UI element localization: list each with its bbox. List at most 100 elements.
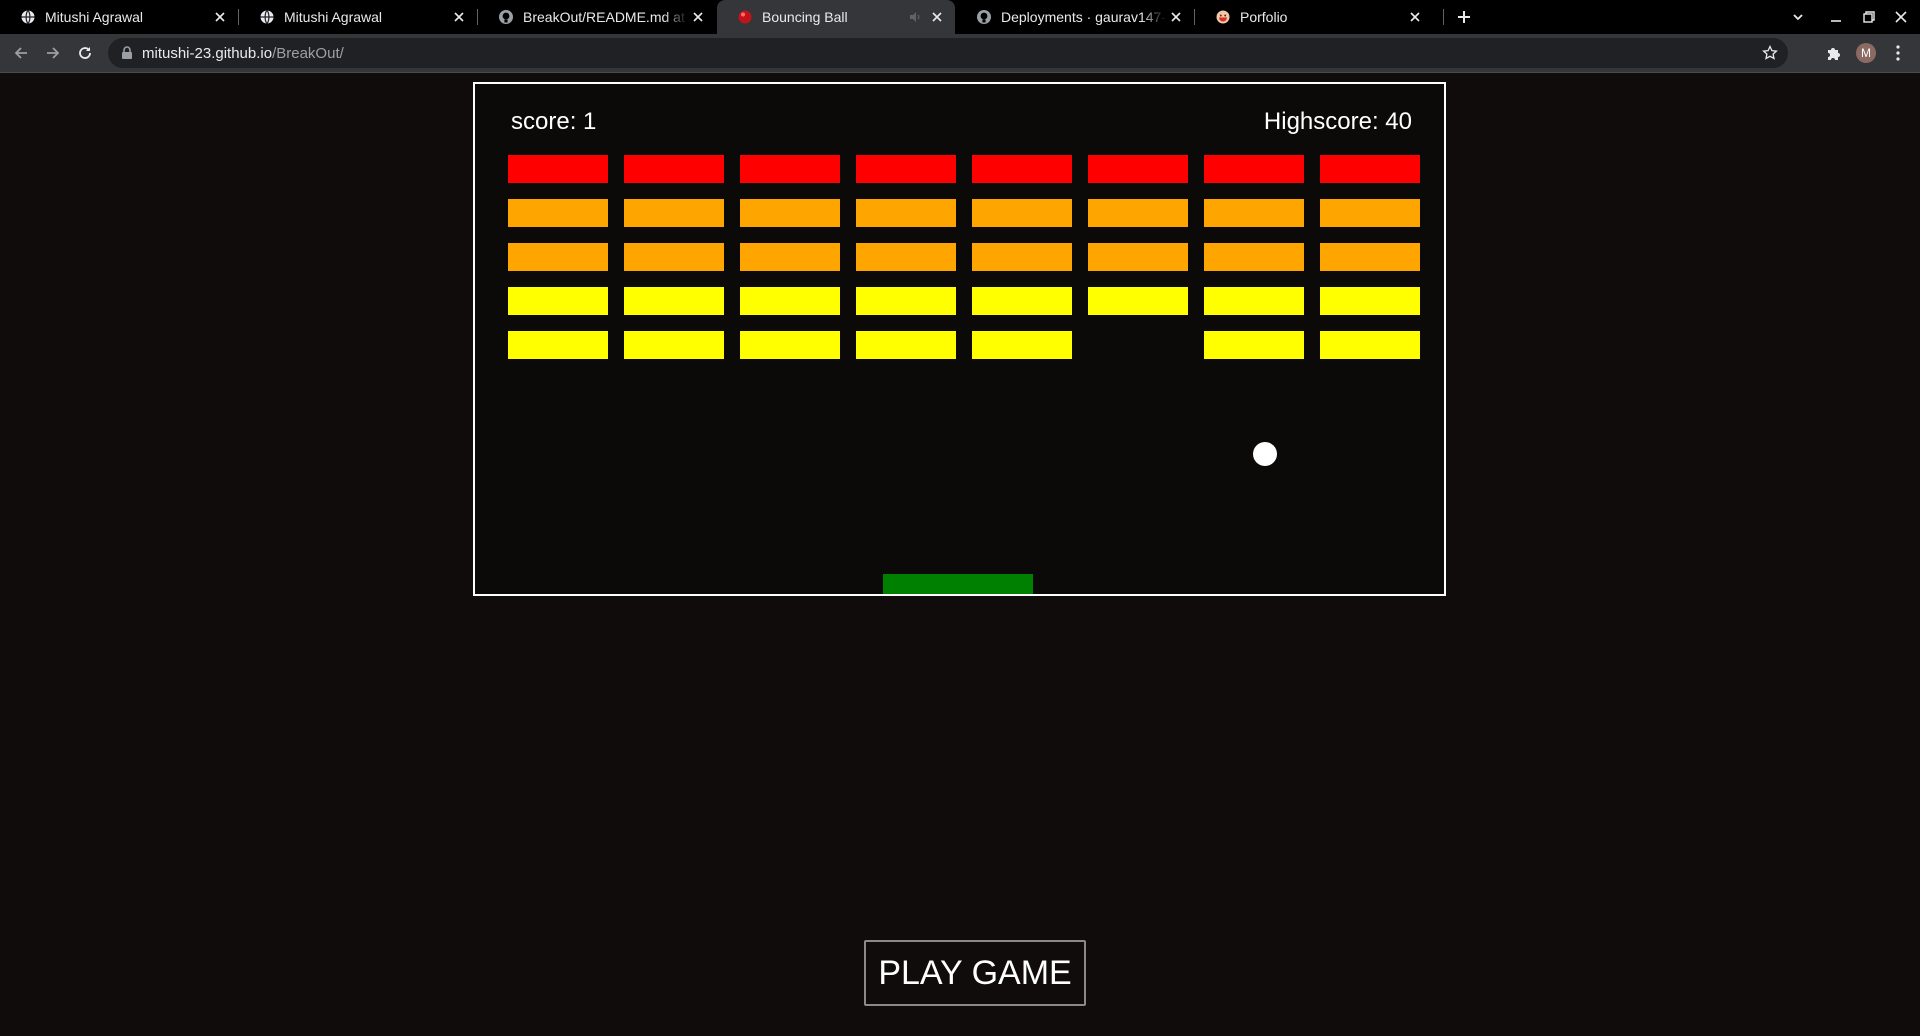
- plus-icon: [1458, 11, 1470, 23]
- highscore-label: Highscore: 40: [1263, 108, 1412, 135]
- tab-close-button[interactable]: [927, 7, 947, 27]
- brick-r1-c8: [1320, 155, 1420, 183]
- tab-1[interactable]: Mitushi Agrawal: [0, 0, 238, 34]
- new-tab-button[interactable]: [1452, 5, 1476, 29]
- toolbar-divider: [0, 72, 1920, 73]
- brick-r2-c8: [1320, 199, 1420, 227]
- globe-icon: [259, 9, 275, 25]
- browser-toolbar: mitushi-23.github.io/BreakOut/ M: [0, 34, 1920, 72]
- profile-button[interactable]: M: [1854, 41, 1878, 65]
- brick-r3-c6: [1088, 243, 1188, 271]
- brick-r4-c4: [856, 287, 956, 315]
- brick-r4-c8: [1320, 287, 1420, 315]
- game-field: [508, 155, 1420, 594]
- chevron-down-icon: [1793, 14, 1803, 21]
- tab-close-button[interactable]: [210, 7, 230, 27]
- tab-title: Bouncing Ball: [762, 9, 848, 25]
- red-ball-icon: [737, 9, 753, 25]
- browser-menu-button[interactable]: [1886, 41, 1910, 65]
- brick-r1-c7: [1204, 155, 1304, 183]
- paddle[interactable]: [883, 574, 1033, 594]
- minimize-icon: [1831, 20, 1841, 22]
- close-icon: [1410, 12, 1420, 22]
- github-icon: [498, 9, 514, 25]
- globe-icon: [20, 9, 36, 25]
- close-icon: [215, 12, 225, 22]
- url-text: mitushi-23.github.io/BreakOut/: [142, 45, 344, 62]
- tab-strip: Mitushi Agrawal Mitushi Agrawal BreakOut/R…: [0, 0, 1920, 34]
- play-game-button[interactable]: PLAY GAME: [864, 940, 1086, 1006]
- brick-r4-c6: [1088, 287, 1188, 315]
- star-icon: [1762, 44, 1778, 60]
- arrow-right-icon: [47, 47, 60, 59]
- tab-close-button[interactable]: [688, 7, 708, 27]
- brick-r3-c3: [740, 243, 840, 271]
- close-icon: [1171, 12, 1181, 22]
- brick-r2-c4: [856, 199, 956, 227]
- close-window-button[interactable]: [1889, 5, 1913, 29]
- url-host: mitushi-23.github.io: [142, 44, 273, 62]
- back-button[interactable]: [9, 41, 33, 65]
- brick-r3-c4: [856, 243, 956, 271]
- reload-icon: [79, 47, 91, 59]
- minimize-button[interactable]: [1824, 5, 1848, 29]
- brick-r4-c3: [740, 287, 840, 315]
- close-icon: [1895, 11, 1907, 23]
- brick-r4-c2: [624, 287, 724, 315]
- url-path: /BreakOut/: [272, 44, 344, 62]
- brick-r2-c2: [624, 199, 724, 227]
- brick-r5-c8: [1320, 331, 1420, 359]
- tab-5[interactable]: Deployments · gaurav147-sta: [956, 0, 1194, 34]
- forward-button[interactable]: [41, 41, 65, 65]
- tab-close-button[interactable]: [1405, 7, 1425, 27]
- tab-title: Mitushi Agrawal: [45, 9, 144, 25]
- brick-r4-c5: [972, 287, 1072, 315]
- brick-r3-c7: [1204, 243, 1304, 271]
- brick-r3-c5: [972, 243, 1072, 271]
- score-label: score: 1: [511, 108, 597, 135]
- tab-search-button[interactable]: [1786, 5, 1810, 29]
- brick-r2-c5: [972, 199, 1072, 227]
- puzzle-icon: [1828, 48, 1840, 60]
- tab-title: Porfolio: [1240, 9, 1288, 25]
- brick-r3-c1: [508, 243, 608, 271]
- brick-r1-c2: [624, 155, 724, 183]
- extensions-button[interactable]: [1822, 41, 1846, 65]
- brick-r1-c6: [1088, 155, 1188, 183]
- tab-6[interactable]: Porfolio: [1195, 0, 1433, 34]
- brick-r1-c3: [740, 155, 840, 183]
- tab-2[interactable]: Mitushi Agrawal: [239, 0, 477, 34]
- tab-title: Mitushi Agrawal: [284, 9, 383, 25]
- brick-r3-c8: [1320, 243, 1420, 271]
- reload-button[interactable]: [73, 41, 97, 65]
- brick-r4-c1: [508, 287, 608, 315]
- brick-r1-c4: [856, 155, 956, 183]
- brick-r1-c5: [972, 155, 1072, 183]
- bookmark-button[interactable]: [1762, 44, 1778, 61]
- brick-r5-c7: [1204, 331, 1304, 359]
- tab-3[interactable]: BreakOut/README.md at ma: [478, 0, 716, 34]
- brick-r1-c1: [508, 155, 608, 183]
- restore-icon: [1863, 11, 1875, 23]
- brick-r3-c2: [624, 243, 724, 271]
- speaker-icon[interactable]: [907, 9, 923, 25]
- tab-title: BreakOut/README.md at ma: [523, 9, 688, 25]
- brick-r5-c2: [624, 331, 724, 359]
- brick-r2-c1: [508, 199, 608, 227]
- arrow-left-icon: [14, 47, 27, 59]
- tab-4[interactable]: Bouncing Ball: [717, 0, 955, 34]
- ball: [1253, 442, 1277, 466]
- tab-close-button[interactable]: [449, 7, 469, 27]
- tab-close-button[interactable]: [1166, 7, 1186, 27]
- close-icon: [932, 12, 942, 22]
- address-bar[interactable]: mitushi-23.github.io/BreakOut/: [108, 38, 1788, 68]
- lock-icon[interactable]: [120, 46, 134, 60]
- brick-r5-c4: [856, 331, 956, 359]
- brick-r5-c5: [972, 331, 1072, 359]
- avatar: M: [1856, 43, 1876, 63]
- close-icon: [454, 12, 464, 22]
- game-canvas[interactable]: score: 1 Highscore: 40: [473, 82, 1446, 596]
- restore-button[interactable]: [1857, 5, 1881, 29]
- github-icon: [976, 9, 992, 25]
- brick-r4-c7: [1204, 287, 1304, 315]
